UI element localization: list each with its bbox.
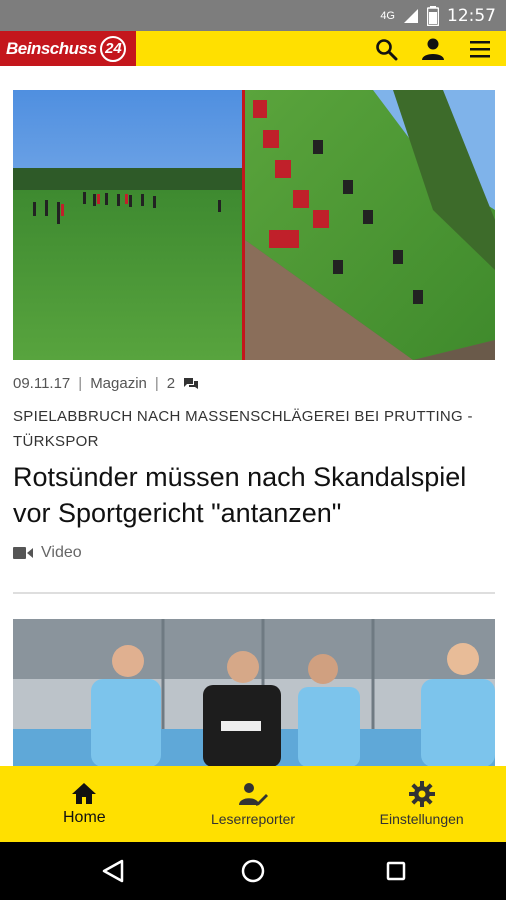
- nav-home[interactable]: Home: [0, 766, 169, 842]
- logo-text: Beinschuss: [6, 38, 97, 58]
- square-recents-icon: [386, 861, 406, 881]
- article-kicker[interactable]: SPIELABBRUCH NACH MASSENSCHLÄGEREI BEI P…: [13, 404, 497, 454]
- nav-label: Leserreporter: [210, 811, 296, 827]
- network-indicator: 4G: [380, 9, 395, 22]
- article-divider: [13, 592, 495, 594]
- gear-icon: [408, 781, 435, 807]
- media-type: Video: [13, 544, 82, 562]
- status-bar-right: 4G 12:57: [380, 0, 496, 31]
- meta-separator: |: [78, 375, 83, 392]
- article-headline[interactable]: Rotsünder müssen nach Skandalspiel vor S…: [13, 459, 497, 531]
- video-icon: [13, 547, 33, 559]
- media-label: Video: [41, 544, 82, 561]
- app-bar: Beinschuss 24: [0, 31, 506, 66]
- comment-count[interactable]: 2: [167, 375, 175, 392]
- article-image[interactable]: [13, 619, 495, 766]
- home-system-button[interactable]: [223, 842, 283, 900]
- nav-label: Home: [62, 809, 106, 826]
- back-icon: [102, 859, 124, 883]
- system-nav-bar: [0, 842, 506, 900]
- meta-separator: |: [154, 375, 159, 392]
- article-feed[interactable]: 09.11.17 | Magazin | 2 SPIELABBRUCH NACH…: [0, 66, 506, 766]
- nav-leserreporter[interactable]: Leserreporter: [169, 766, 338, 842]
- back-button[interactable]: [83, 842, 143, 900]
- status-time: 12:57: [447, 5, 496, 26]
- battery-icon: [427, 5, 439, 26]
- article-meta: 09.11.17 | Magazin | 2: [13, 375, 199, 392]
- menu-icon[interactable]: [463, 31, 497, 66]
- bottom-nav: Home Leserreporter Einstellungen: [0, 766, 506, 842]
- app-logo[interactable]: Beinschuss 24: [0, 31, 136, 66]
- signal-icon: [404, 8, 418, 23]
- status-bar: 4G 12:57: [0, 0, 506, 31]
- comments-icon[interactable]: [183, 377, 199, 391]
- home-icon: [72, 783, 97, 804]
- recents-button[interactable]: [366, 842, 426, 900]
- reporter-icon: [239, 783, 268, 806]
- article-image[interactable]: [13, 90, 495, 360]
- search-icon[interactable]: [369, 31, 403, 66]
- article-date: 09.11.17: [13, 375, 71, 392]
- nav-einstellungen[interactable]: Einstellungen: [337, 766, 506, 842]
- logo-number: 24: [100, 35, 127, 62]
- circle-home-icon: [241, 859, 265, 883]
- account-icon[interactable]: [416, 31, 450, 66]
- nav-label: Einstellungen: [379, 811, 464, 827]
- article-category[interactable]: Magazin: [90, 375, 147, 392]
